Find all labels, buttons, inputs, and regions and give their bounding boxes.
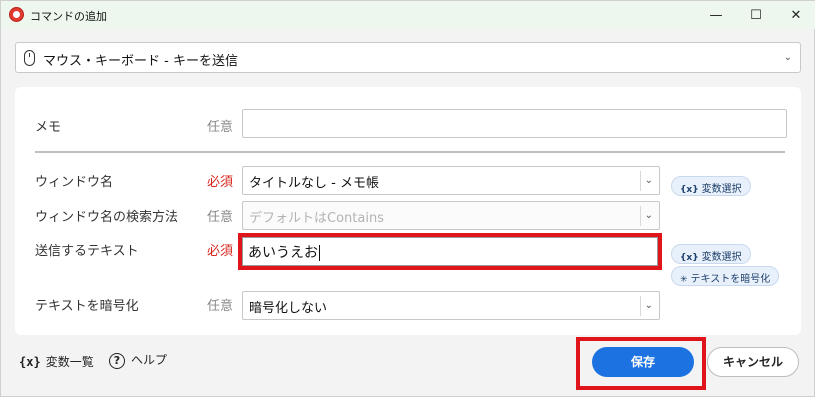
window-title: コマンドの追加 — [30, 10, 107, 23]
variable-select-label: 変数選択 — [701, 252, 742, 263]
encrypt-text-label: テキストを暗号化 — [690, 274, 771, 285]
variable-select-button[interactable]: {x} 変数選択 — [671, 176, 751, 196]
select-separator — [640, 171, 641, 191]
chevron-down-icon: ⌄ — [644, 210, 653, 221]
select-separator — [640, 296, 641, 316]
select-separator — [640, 206, 641, 226]
variable-list-link[interactable]: {x} 変数一覧 — [19, 353, 94, 370]
mouse-icon — [24, 50, 35, 66]
window-name-value: タイトルなし - メモ帳 — [249, 176, 379, 191]
encrypt-optional-badge: 任意 — [207, 299, 234, 314]
command-type-value: マウス・キーボード - キーを送信 — [43, 54, 238, 69]
memo-label: メモ — [35, 120, 62, 135]
variable-select-button-2[interactable]: {x} 変数選択 — [671, 244, 751, 264]
close-button[interactable]: ✕ — [776, 1, 815, 29]
send-text-required-badge: 必須 — [207, 244, 234, 259]
title-bar: コマンドの追加 — ☐ ✕ — [1, 1, 815, 29]
variable-icon: {x} — [19, 355, 41, 369]
encrypt-label: テキストを暗号化 — [35, 299, 139, 314]
save-button[interactable]: 保存 — [592, 347, 694, 377]
variable-list-label: 変数一覧 — [45, 355, 94, 369]
send-text-label: 送信するテキスト — [35, 244, 139, 259]
text-caret — [319, 245, 320, 261]
variable-icon: {x} — [680, 185, 699, 195]
encrypt-text-button[interactable]: ✳ テキストを暗号化 — [671, 266, 780, 286]
divider — [35, 151, 785, 153]
encrypt-select[interactable]: 暗号化しない ⌄ — [242, 291, 660, 320]
variable-icon: {x} — [680, 253, 699, 263]
window-name-label: ウィンドウ名 — [35, 175, 114, 190]
help-icon: ? — [109, 353, 125, 369]
send-text-input[interactable]: あいうえお — [242, 237, 658, 266]
memo-input[interactable] — [242, 109, 787, 138]
command-type-select[interactable]: マウス・キーボード - キーを送信 ⌄ — [15, 42, 801, 73]
search-method-placeholder: デフォルトはContains — [249, 211, 384, 226]
search-method-optional-badge: 任意 — [207, 210, 234, 225]
chevron-down-icon: ⌄ — [644, 300, 653, 311]
help-link[interactable]: ? ヘルプ — [109, 351, 167, 369]
help-label: ヘルプ — [131, 353, 168, 367]
minimize-button[interactable]: — — [696, 1, 736, 29]
chevron-down-icon: ⌄ — [783, 52, 792, 63]
cancel-button[interactable]: キャンセル — [707, 347, 799, 377]
form-panel: メモ 任意 ウィンドウ名 必須 タイトルなし - メモ帳 ⌄ {x} 変数選択 ウ… — [15, 87, 801, 335]
search-method-label: ウィンドウ名の検索方法 — [35, 210, 179, 225]
memo-optional-badge: 任意 — [207, 120, 234, 135]
variable-select-label: 変数選択 — [701, 184, 742, 195]
send-text-value: あいうえお — [248, 245, 318, 261]
encrypt-value: 暗号化しない — [249, 301, 328, 316]
search-method-select[interactable]: デフォルトはContains ⌄ — [242, 201, 660, 230]
app-logo-icon — [9, 7, 24, 22]
asterisk-icon: ✳ — [680, 275, 688, 285]
add-command-dialog: コマンドの追加 — ☐ ✕ マウス・キーボード - キーを送信 ⌄ メモ 任意 … — [0, 0, 815, 397]
chevron-down-icon: ⌄ — [644, 175, 653, 186]
window-name-select[interactable]: タイトルなし - メモ帳 ⌄ — [242, 166, 660, 195]
window-name-required-badge: 必須 — [207, 175, 234, 190]
maximize-button[interactable]: ☐ — [736, 1, 776, 29]
